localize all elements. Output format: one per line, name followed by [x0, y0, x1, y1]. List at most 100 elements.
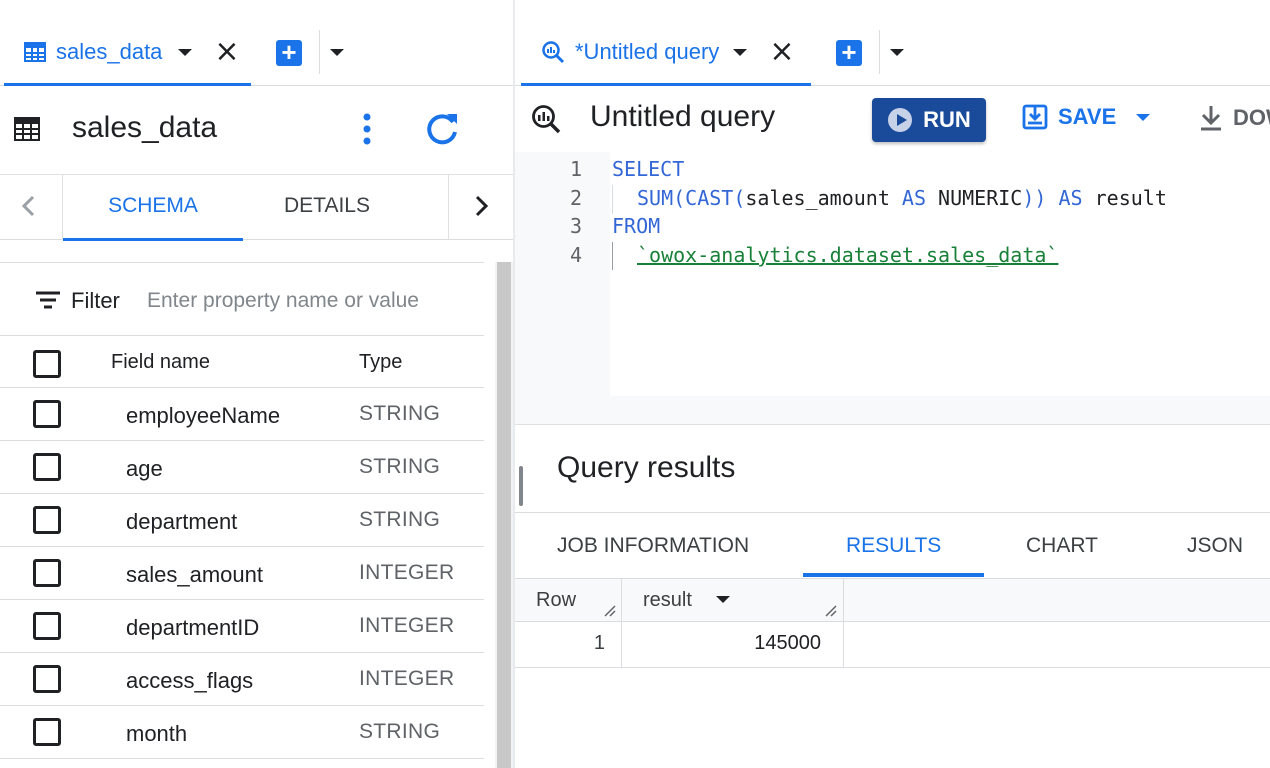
code-line-1: SELECT [612, 157, 684, 181]
table-row[interactable]: sales_amount INTEGER [0, 547, 484, 600]
close-icon[interactable]: × [214, 37, 239, 67]
resize-handle[interactable] [519, 466, 523, 506]
code-line-2: SUM(CAST(sales_amount AS NUMERIC)) AS re… [637, 186, 1167, 210]
tab-overflow-chevron-icon[interactable] [330, 49, 344, 56]
chevron-down-icon[interactable] [1136, 113, 1151, 121]
table-row[interactable]: employeeName STRING [0, 388, 484, 441]
query-icon [531, 104, 561, 134]
refresh-icon[interactable] [423, 110, 461, 148]
schema-table-header [0, 336, 484, 388]
column-divider [621, 578, 622, 668]
row-checkbox[interactable] [33, 665, 61, 693]
sql-keyword: FROM [612, 214, 661, 238]
column-resize-icon[interactable] [603, 604, 617, 618]
tab-schema-label: SCHEMA [108, 194, 198, 217]
divider [879, 30, 880, 74]
column-header-result[interactable]: result [643, 589, 692, 612]
indent-guide [612, 242, 613, 270]
field-name: employeeName [126, 403, 281, 428]
sql-alias: result [1094, 186, 1167, 210]
save-icon [1022, 104, 1048, 130]
table-icon [24, 41, 46, 63]
column-header-row: Row [536, 589, 577, 611]
field-name: sales_amount [126, 562, 263, 587]
row-number-cell: 1 [593, 632, 605, 654]
field-type: STRING [359, 720, 441, 743]
sql-type: NUMERIC [938, 186, 1023, 210]
divider [448, 174, 449, 240]
chevron-down-icon[interactable] [178, 48, 193, 56]
indent-guide [612, 185, 613, 214]
field-type: INTEGER [359, 614, 455, 637]
scrollbar-thumb[interactable] [497, 262, 511, 768]
play-icon [887, 107, 913, 133]
more-vert-icon[interactable] [361, 112, 373, 146]
filter-input[interactable]: Enter property name or value [147, 289, 419, 313]
tab-chart[interactable]: CHART [1026, 534, 1098, 558]
tab-untitled-query[interactable]: *Untitled query × [521, 20, 811, 86]
field-name: age [126, 456, 163, 481]
table-row[interactable]: month STRING [0, 706, 484, 759]
column-divider [843, 578, 844, 668]
sql-keyword: AS [889, 186, 939, 210]
field-type: STRING [359, 508, 441, 531]
row-checkbox[interactable] [33, 400, 61, 428]
sql-function: SUM(CAST( [637, 186, 746, 210]
table-row[interactable]: age STRING [0, 441, 484, 494]
result-cell[interactable]: 145000 [623, 632, 821, 655]
sql-column: sales_amount [745, 186, 890, 210]
table-row[interactable]: departmentID INTEGER [0, 600, 484, 653]
sql-table-reference[interactable]: `owox-analytics.dataset.sales_data` [637, 243, 1058, 267]
tab-details[interactable]: DETAILS [284, 194, 370, 218]
tab-overflow-chevron-icon[interactable] [890, 49, 904, 56]
chevron-left-icon[interactable] [20, 194, 38, 218]
line-number: 2 [569, 186, 582, 210]
row-checkbox[interactable] [33, 506, 61, 534]
sort-caret-icon[interactable] [716, 596, 730, 603]
table-row[interactable]: 1 145000 [515, 622, 1270, 668]
select-all-checkbox[interactable] [33, 350, 61, 378]
field-type: INTEGER [359, 561, 455, 584]
save-button[interactable]: SAVE [1022, 104, 1151, 130]
field-type: STRING [359, 402, 441, 425]
column-resize-icon[interactable] [824, 604, 838, 618]
code-line-4: `owox-analytics.dataset.sales_data` [637, 243, 1058, 267]
tab-sales-data[interactable]: sales_data × [4, 20, 251, 86]
field-type: STRING [359, 455, 441, 478]
field-name: department [126, 509, 238, 534]
tab-job-information[interactable]: JOB INFORMATION [557, 534, 749, 558]
tab-results[interactable]: RESULTS [846, 534, 941, 558]
sql-paren: )) [1022, 186, 1047, 210]
chevron-down-icon[interactable] [733, 48, 748, 56]
download-button[interactable]: DOW [1199, 104, 1270, 132]
tab-label: sales_data [56, 39, 163, 64]
add-tab-button[interactable]: + [276, 39, 302, 66]
row-checkbox[interactable] [33, 453, 61, 481]
run-label: RUN [923, 107, 971, 132]
table-row[interactable]: access_flags INTEGER [0, 653, 484, 706]
active-tab-indicator [4, 83, 251, 86]
chevron-right-icon[interactable] [472, 194, 490, 218]
active-tab-indicator [803, 573, 984, 577]
close-icon[interactable]: × [769, 37, 794, 67]
divider [319, 30, 320, 74]
run-button[interactable]: RUN [872, 98, 986, 142]
row-checkbox[interactable] [33, 612, 61, 640]
schema-panel: sales_data × + sales_data SCHEMA DETAILS… [0, 0, 513, 768]
table-row[interactable]: department STRING [0, 494, 484, 547]
row-checkbox[interactable] [33, 718, 61, 746]
code-line-3: FROM [612, 214, 660, 238]
filter-icon [35, 290, 61, 310]
tab-schema[interactable]: SCHEMA [62, 174, 243, 241]
results-grid-header [515, 578, 1270, 622]
tab-json[interactable]: JSON [1187, 534, 1243, 558]
line-number: 1 [569, 157, 582, 181]
column-header-type[interactable]: Type [359, 351, 402, 374]
add-tab-button[interactable]: + [836, 39, 862, 66]
download-label: DOW [1233, 105, 1270, 130]
field-type: INTEGER [359, 667, 455, 690]
line-number: 4 [569, 243, 582, 267]
save-label: SAVE [1058, 104, 1117, 129]
row-checkbox[interactable] [33, 559, 61, 587]
column-header-field-name[interactable]: Field name [111, 351, 210, 374]
